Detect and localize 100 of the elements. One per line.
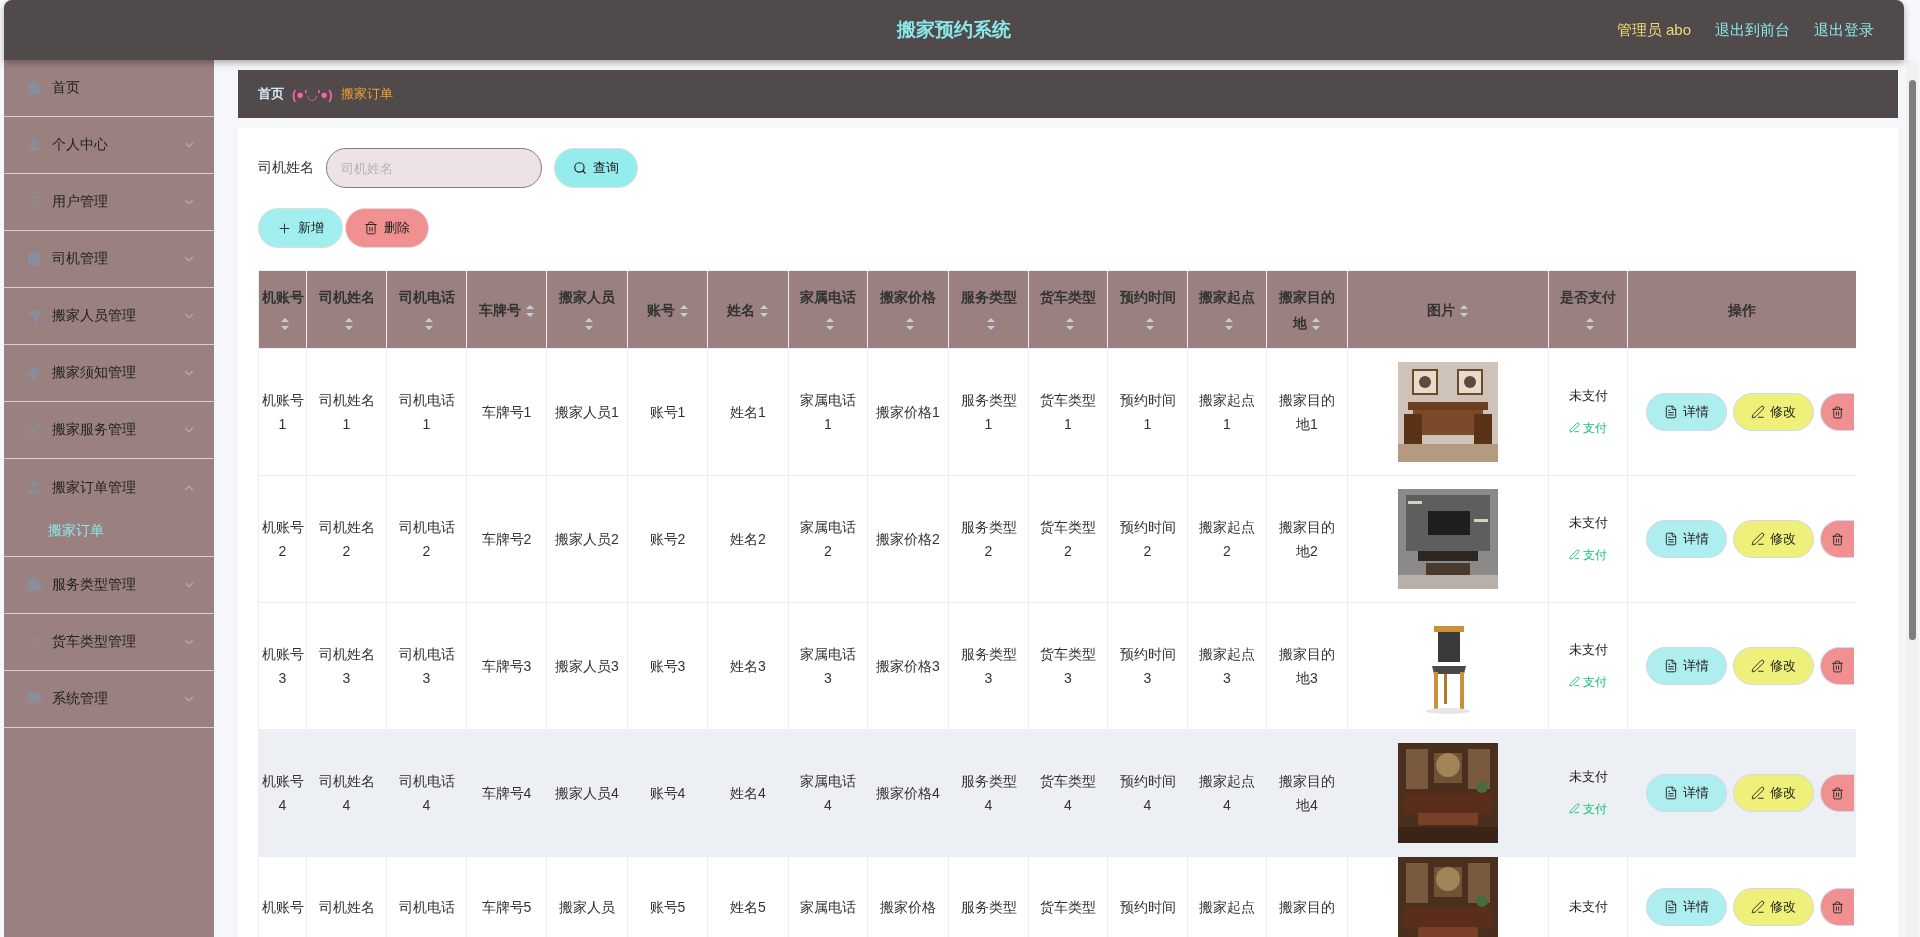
detail-button[interactable]: 详情 <box>1646 520 1727 558</box>
table-cell: 搬家目的地1 <box>1266 348 1348 476</box>
column-header[interactable]: 搬家价格 <box>867 270 949 349</box>
column-header[interactable]: 是否支付 <box>1548 270 1628 349</box>
sidebar-item[interactable]: 司机管理 <box>4 231 214 288</box>
pay-link[interactable]: 支付 <box>1569 415 1607 440</box>
table-cell: 预约时间4 <box>1107 729 1188 857</box>
sort-icon[interactable] <box>1144 316 1155 331</box>
table-cell: 搬家人员2 <box>546 475 628 603</box>
column-header[interactable]: 搬家目的地 <box>1266 270 1348 349</box>
pen-icon <box>1569 422 1580 434</box>
edit-button[interactable]: 修改 <box>1733 520 1814 558</box>
table-cell: 机账号3 <box>258 602 307 730</box>
edit-button[interactable]: 修改 <box>1733 647 1814 685</box>
sidebar-item[interactable]: 搬家须知管理 <box>4 345 214 402</box>
sidebar-item[interactable]: 货车类型管理 <box>4 614 214 671</box>
delete-button[interactable] <box>1820 647 1854 685</box>
breadcrumb-separator: (●'◡'●) <box>292 86 333 102</box>
user-icon <box>26 137 42 153</box>
sort-icon[interactable] <box>678 303 689 318</box>
sidebar-item[interactable]: 用户管理 <box>4 174 214 231</box>
payment-status: 未支付 <box>1567 898 1609 916</box>
sort-icon[interactable] <box>1459 303 1469 318</box>
clipboard-icon <box>26 251 42 267</box>
column-header[interactable]: 搬家人员 <box>546 270 628 349</box>
sort-icon[interactable] <box>423 316 434 331</box>
table-cell: 机账号2 <box>258 475 307 603</box>
pay-link[interactable]: 支付 <box>1569 669 1607 694</box>
trash-icon <box>364 221 378 235</box>
monitor-icon <box>26 691 42 707</box>
column-header[interactable]: 货车类型 <box>1028 270 1108 349</box>
plus-icon <box>277 220 292 236</box>
column-header[interactable]: 服务类型 <box>948 270 1029 349</box>
column-header[interactable]: 账号 <box>627 270 708 349</box>
delete-button[interactable]: 删除 <box>345 208 429 248</box>
table-cell: 预约时间1 <box>1107 348 1188 476</box>
sidebar-item[interactable]: 搬家人员管理 <box>4 288 214 345</box>
sort-icon[interactable] <box>279 316 290 331</box>
table-cell: 机账号1 <box>258 348 307 476</box>
edit-button[interactable]: 修改 <box>1733 888 1814 926</box>
delete-button[interactable] <box>1820 888 1854 926</box>
table-cell: 姓名4 <box>707 729 789 857</box>
column-header[interactable]: 预约时间 <box>1107 270 1188 349</box>
column-header[interactable]: 搬家起点 <box>1187 270 1267 349</box>
sort-icon[interactable] <box>584 316 594 331</box>
column-header[interactable]: 车牌号 <box>466 270 547 349</box>
sidebar-item[interactable]: 搬家服务管理 <box>4 402 214 459</box>
document-icon <box>1664 786 1678 800</box>
search-button[interactable]: 查询 <box>554 148 638 188</box>
header-link[interactable]: 退出登录 <box>1814 20 1874 40</box>
table-cell: 姓名1 <box>707 348 789 476</box>
sort-icon[interactable] <box>825 316 835 331</box>
detail-button[interactable]: 详情 <box>1646 647 1727 685</box>
sidebar-item[interactable]: 系统管理 <box>4 671 214 728</box>
table-cell: 搬家起点2 <box>1187 475 1267 603</box>
breadcrumb-link[interactable]: 首页 <box>258 85 284 103</box>
sort-icon[interactable] <box>343 316 354 331</box>
header-link[interactable]: 退出到前台 <box>1715 20 1790 40</box>
table-cell: 司机姓名4 <box>306 729 387 857</box>
trash-icon <box>1831 532 1844 546</box>
detail-button[interactable]: 详情 <box>1646 774 1727 812</box>
trash-icon <box>1831 405 1844 419</box>
column-header[interactable]: 司机姓名 <box>306 270 387 349</box>
sort-icon[interactable] <box>1585 316 1595 331</box>
table-cell: 搬家价格4 <box>867 729 949 857</box>
edit-button[interactable]: 修改 <box>1733 774 1814 812</box>
sort-icon[interactable] <box>905 316 915 331</box>
sort-icon[interactable] <box>1065 316 1075 331</box>
column-header[interactable]: 机账号 <box>258 270 307 349</box>
trash-icon <box>1831 659 1844 673</box>
sort-icon[interactable] <box>985 316 996 331</box>
table-cell: 搬家价格1 <box>867 348 949 476</box>
edit-button[interactable]: 修改 <box>1733 393 1814 431</box>
table-cell: 车牌号4 <box>466 729 547 857</box>
trash-icon <box>1831 786 1844 800</box>
app-title: 搬家预约系统 <box>897 18 1011 42</box>
delete-button[interactable] <box>1820 774 1854 812</box>
pen-icon <box>1569 803 1580 815</box>
delete-button[interactable] <box>1820 393 1854 431</box>
table-cell: 搬家价格3 <box>867 602 949 730</box>
column-header[interactable]: 司机电话 <box>386 270 467 349</box>
sidebar-item[interactable]: 个人中心 <box>4 117 214 174</box>
pen-icon <box>1569 549 1580 561</box>
detail-button[interactable]: 详情 <box>1646 393 1727 431</box>
sidebar-item[interactable]: 服务类型管理 <box>4 557 214 614</box>
column-header[interactable]: 家属电话 <box>788 270 868 349</box>
sort-icon[interactable] <box>524 303 535 318</box>
column-header[interactable]: 姓名 <box>707 270 789 349</box>
sort-icon[interactable] <box>1311 316 1321 331</box>
pay-link[interactable]: 支付 <box>1569 542 1607 567</box>
sort-icon[interactable] <box>1224 316 1234 331</box>
sort-icon[interactable] <box>759 303 769 318</box>
sidebar-item[interactable]: 首页 <box>4 60 214 117</box>
table-cell: 搬家目的地4 <box>1266 729 1348 857</box>
add-button[interactable]: 新增 <box>258 208 343 248</box>
scrollbar[interactable] <box>1906 60 1918 937</box>
column-header[interactable]: 图片 <box>1347 270 1549 349</box>
detail-button[interactable]: 详情 <box>1646 888 1727 926</box>
pen-icon <box>1751 532 1765 546</box>
delete-button[interactable] <box>1820 520 1854 558</box>
